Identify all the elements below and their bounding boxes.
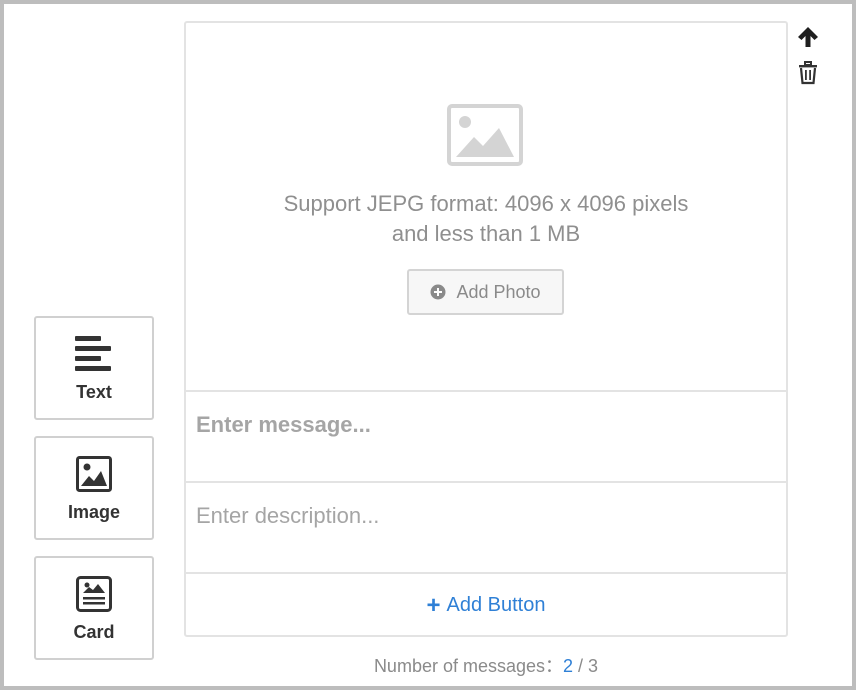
type-button-label: Card xyxy=(73,622,115,642)
type-button-label: Text xyxy=(76,382,112,402)
delete-button[interactable] xyxy=(794,60,822,90)
photo-upload-area[interactable]: Support JEPG format: 4096 x 4096 pixels … xyxy=(186,23,786,392)
image-placeholder-icon xyxy=(447,104,523,166)
photo-format-hint: Support JEPG format: 4096 x 4096 pixels xyxy=(283,191,689,216)
type-button-image[interactable]: Image xyxy=(34,436,154,540)
align-left-icon xyxy=(74,334,114,374)
add-button-button[interactable]: + Add Button xyxy=(186,576,786,635)
trash-icon xyxy=(798,60,818,90)
type-button-label: Image xyxy=(67,502,121,522)
card-editor: Support JEPG format: 4096 x 4096 pixels … xyxy=(184,21,788,637)
add-button-label: Add Button xyxy=(446,594,546,616)
message-counter-total: 3 xyxy=(588,656,599,676)
arrow-up-icon xyxy=(796,25,820,54)
message-counter-current: 2 xyxy=(563,656,574,676)
editor-frame: Text Image Card Support JEPG format: 409… xyxy=(0,0,856,690)
message-input[interactable]: Enter message... xyxy=(186,394,786,483)
add-photo-label: Add Photo xyxy=(456,281,541,302)
add-photo-button[interactable]: Add Photo xyxy=(407,269,564,315)
type-button-text[interactable]: Text xyxy=(34,316,154,420)
move-up-button[interactable] xyxy=(794,25,822,53)
plus-icon: + xyxy=(426,591,441,619)
message-counter-label: Number of messages： xyxy=(373,656,564,676)
photo-size-hint: and less than 1 MB xyxy=(391,221,581,246)
message-counter-separator: / xyxy=(573,656,589,676)
message-counter: Number of messages：2 / 3 xyxy=(4,652,856,678)
description-input[interactable]: Enter description... xyxy=(186,485,786,574)
image-icon xyxy=(74,454,114,494)
plus-circle-icon xyxy=(430,284,446,300)
type-button-card[interactable]: Card xyxy=(34,556,154,660)
card-icon xyxy=(74,574,114,614)
